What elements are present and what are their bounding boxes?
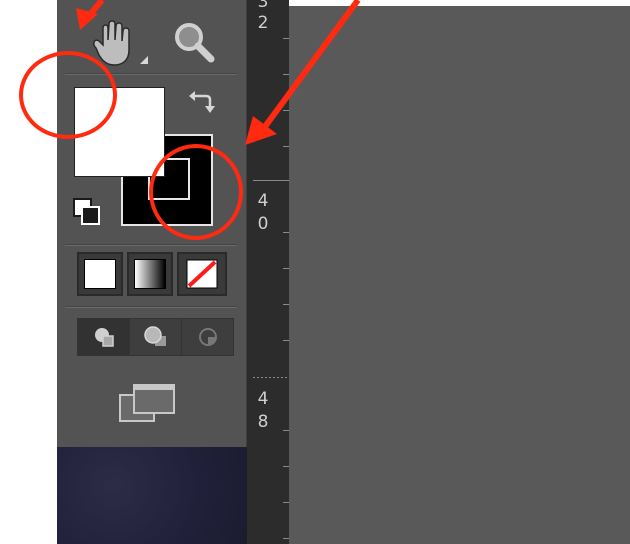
gradient-mode-button[interactable] <box>127 252 173 296</box>
draw-mode-group <box>77 318 234 356</box>
fill-mode-group <box>77 252 227 296</box>
ruler-tick <box>253 377 289 378</box>
fill-color-swatch[interactable] <box>74 87 165 177</box>
color-mode-button[interactable] <box>77 252 123 296</box>
hand-tool-icon[interactable] <box>88 18 152 74</box>
draw-behind-button[interactable] <box>130 319 182 355</box>
swap-colors-icon[interactable] <box>186 86 218 122</box>
ruler-label-48-digit-2: 8 <box>257 412 269 432</box>
screen-mode-icon[interactable] <box>118 381 178 433</box>
ruler-tick <box>283 146 289 147</box>
ruler-tick <box>283 502 289 503</box>
ruler-label-40-digit-1: 4 <box>257 191 269 211</box>
zoom-tool-icon[interactable] <box>172 21 216 69</box>
draw-normal-button[interactable] <box>78 319 130 355</box>
ruler-label-48-digit-1: 4 <box>257 389 269 409</box>
panel-divider <box>65 74 237 75</box>
none-mode-button[interactable] <box>177 252 227 296</box>
ruler-tick <box>283 466 289 467</box>
panel-divider <box>65 245 237 246</box>
ruler-label-32-digit-2: 2 <box>257 13 269 33</box>
vertical-ruler[interactable]: 3 2 4 0 4 8 <box>246 0 289 544</box>
ruler-tick <box>253 180 289 181</box>
ruler-tick <box>283 340 289 341</box>
ruler-tick <box>283 38 289 39</box>
ruler-tick <box>283 538 289 539</box>
desktop-background <box>57 447 246 544</box>
default-colors-icon[interactable] <box>72 197 102 231</box>
ruler-tick <box>283 232 289 233</box>
ruler-tick <box>283 304 289 305</box>
ruler-tick <box>283 110 289 111</box>
ruler-label-32-digit-1: 3 <box>257 0 269 12</box>
ruler-tick <box>283 74 289 75</box>
panel-divider <box>65 307 237 308</box>
ruler-label-40-digit-2: 0 <box>257 214 269 234</box>
artboard-canvas[interactable] <box>288 6 630 544</box>
ruler-tick <box>283 268 289 269</box>
draw-inside-button[interactable] <box>182 319 233 355</box>
ruler-tick <box>283 430 289 431</box>
